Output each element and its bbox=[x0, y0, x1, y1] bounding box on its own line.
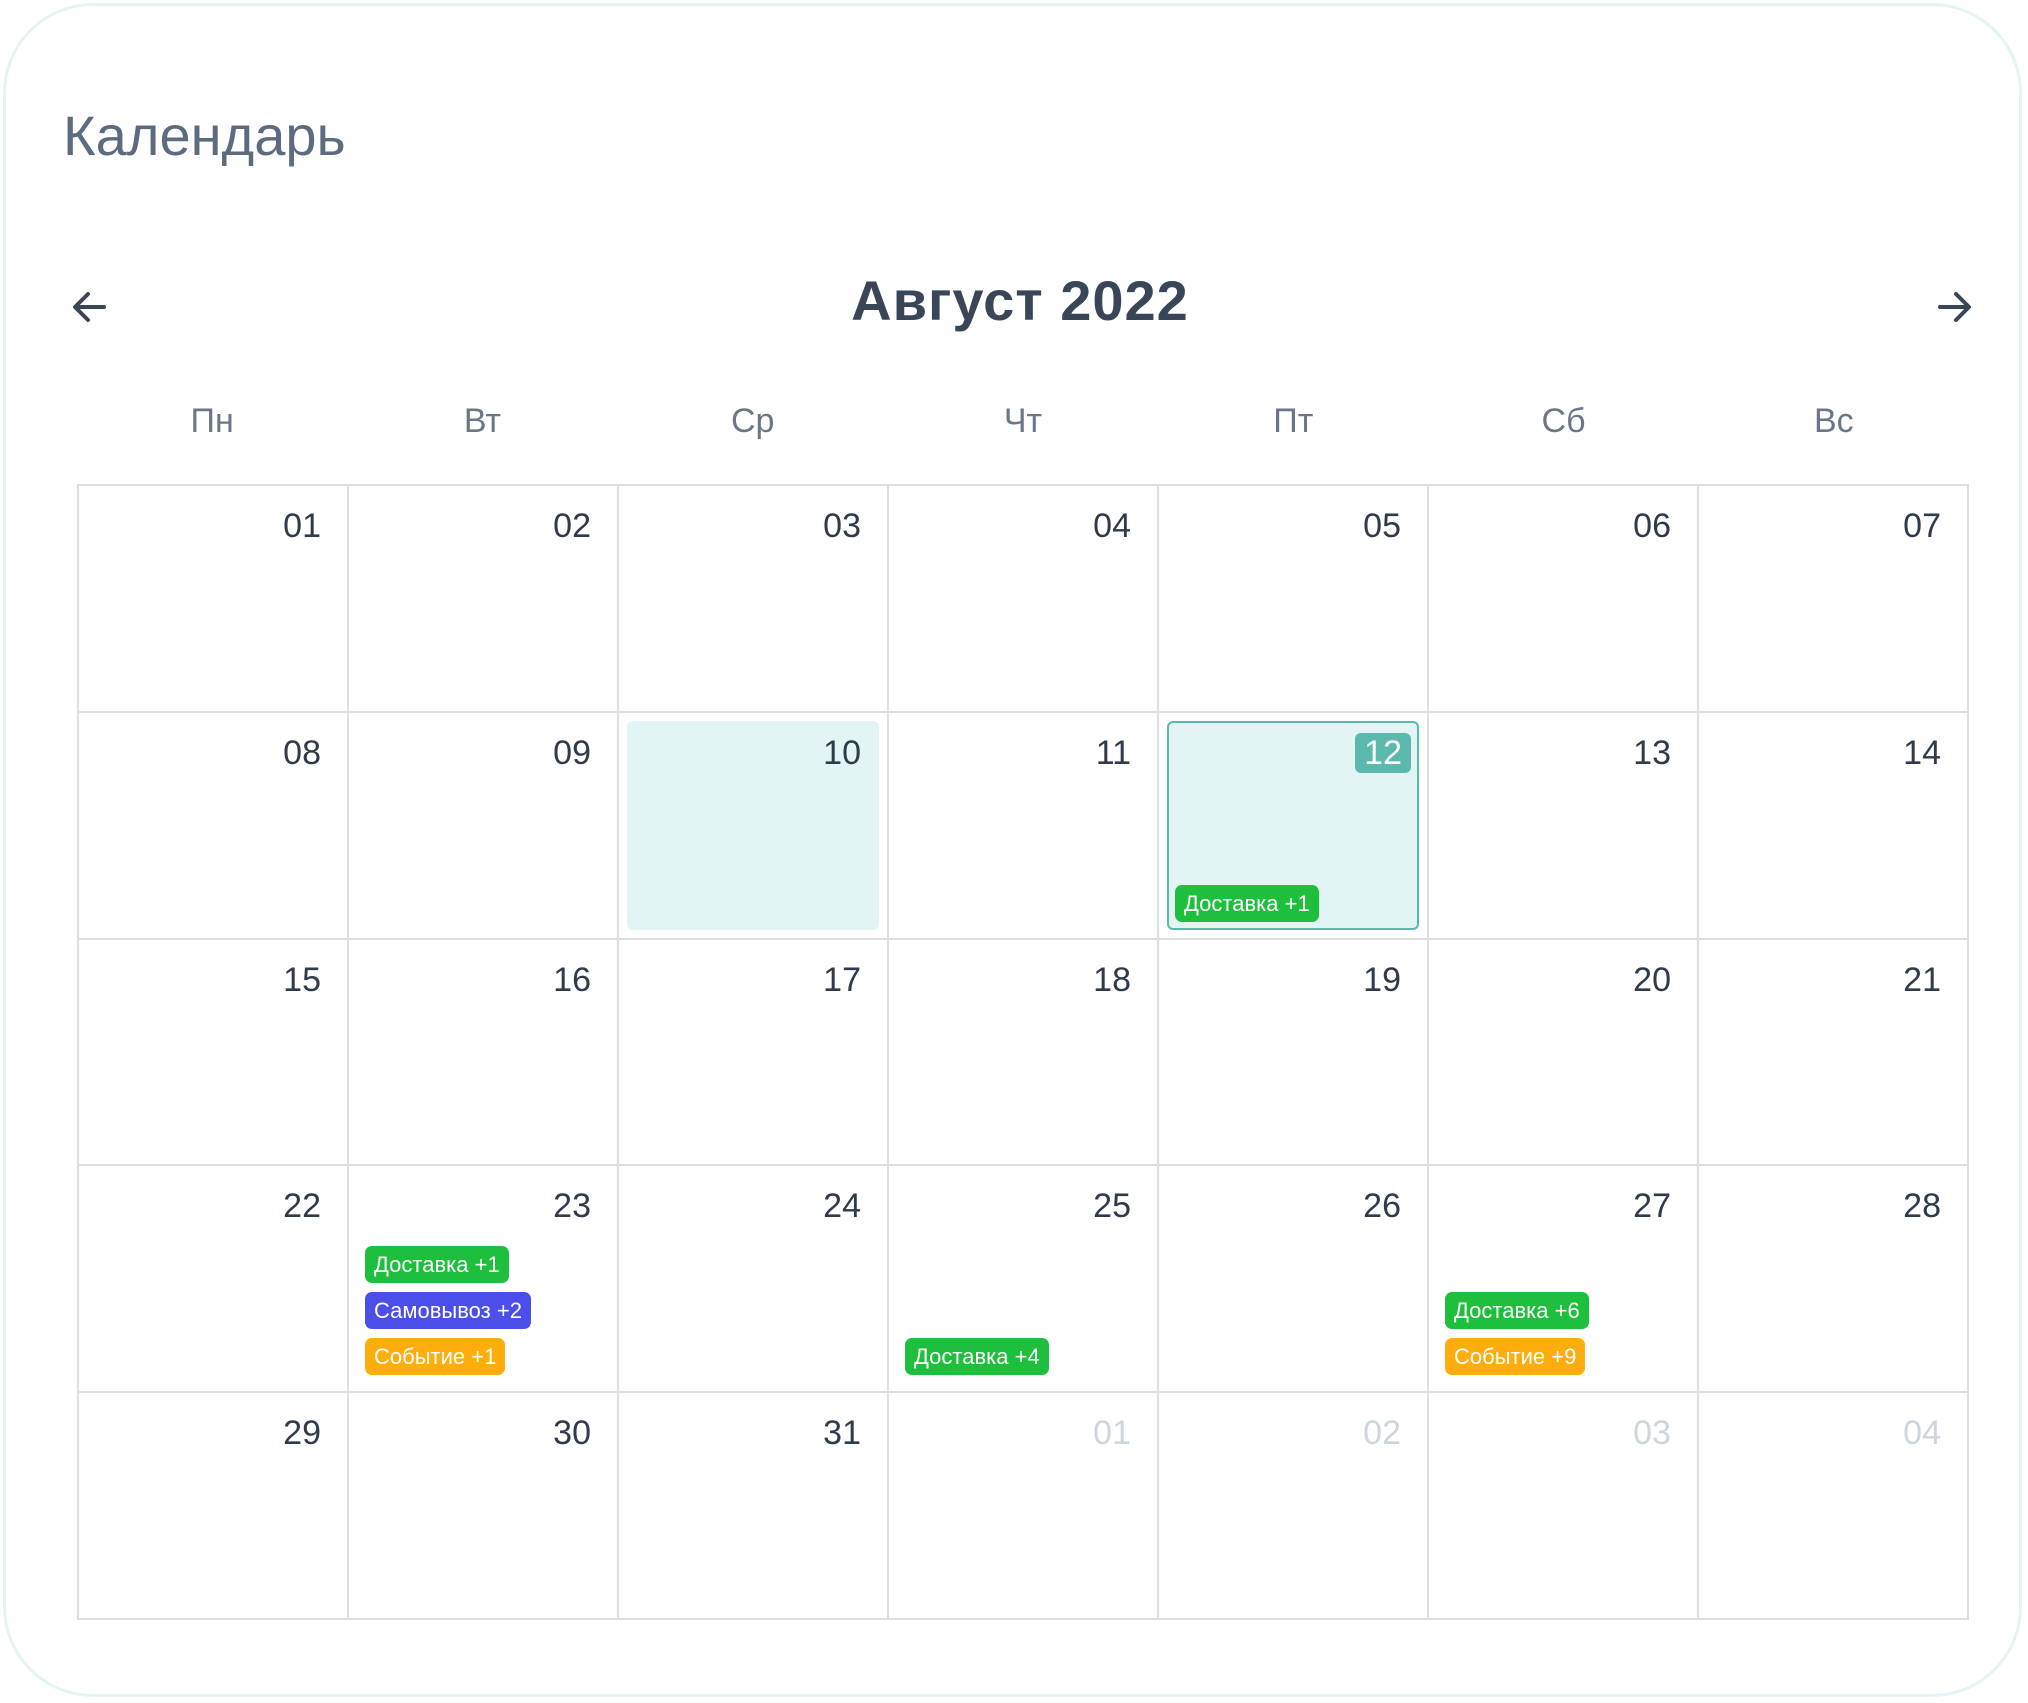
weekday-label: Сб bbox=[1541, 402, 1586, 440]
day-number: 03 bbox=[823, 507, 861, 545]
day-cell[interactable]: 02 bbox=[349, 486, 619, 713]
day-cell[interactable]: 09 bbox=[349, 712, 619, 940]
next-month-button[interactable] bbox=[1928, 281, 1980, 333]
day-number: 11 bbox=[1095, 733, 1131, 772]
day-number: 19 bbox=[1363, 960, 1401, 999]
weekday-label: Пт bbox=[1273, 402, 1314, 440]
day-number: 06 bbox=[1633, 507, 1671, 545]
day-cell[interactable]: 04 bbox=[1699, 1393, 1969, 1620]
day-cell[interactable]: 08 bbox=[79, 712, 349, 940]
day-cell[interactable]: 05 bbox=[1159, 486, 1429, 713]
day-number: 07 bbox=[1903, 507, 1941, 545]
day-number: 15 bbox=[283, 960, 321, 999]
day-cell[interactable]: 01 bbox=[79, 486, 349, 713]
day-cell[interactable]: 24 bbox=[619, 1166, 889, 1394]
day-cell[interactable]: 27 Доставка +6 Событие +9 bbox=[1429, 1166, 1699, 1394]
day-cell[interactable]: 16 bbox=[349, 939, 619, 1167]
day-cell[interactable]: 13 bbox=[1429, 712, 1699, 940]
day-number: 05 bbox=[1363, 507, 1401, 545]
day-cell[interactable]: 22 bbox=[79, 1166, 349, 1394]
day-number: 04 bbox=[1093, 507, 1131, 545]
day-number: 29 bbox=[283, 1414, 321, 1453]
weekday-label: Вс bbox=[1814, 402, 1854, 440]
page-title: Календарь bbox=[63, 104, 346, 167]
calendar-grid: 01 02 03 04 05 06 07 08 09 10 11 12 Доставка +1 13 14 1… bbox=[77, 484, 1969, 1620]
day-cell[interactable]: 17 bbox=[619, 939, 889, 1167]
day-cell[interactable]: 25 Доставка +4 bbox=[889, 1166, 1159, 1394]
day-number: 24 bbox=[823, 1187, 861, 1226]
day-cell[interactable]: 07 bbox=[1699, 486, 1969, 713]
day-cell[interactable]: 03 bbox=[1429, 1393, 1699, 1620]
day-cell[interactable]: 14 bbox=[1699, 712, 1969, 940]
day-number: 01 bbox=[283, 507, 321, 545]
day-number: 23 bbox=[553, 1187, 591, 1226]
event-badge-delivery[interactable]: Доставка +6 bbox=[1445, 1292, 1589, 1330]
day-number: 12 bbox=[1355, 732, 1411, 773]
weekday-header: Пн Вт Ср Чт Пт Сб Вс bbox=[77, 396, 1969, 446]
day-number: 21 bbox=[1903, 960, 1941, 999]
event-list: Доставка +1 Самовывоз +2 Событие +1 bbox=[365, 1246, 531, 1376]
day-number: 18 bbox=[1093, 960, 1131, 999]
event-badge-delivery[interactable]: Доставка +1 bbox=[1175, 884, 1319, 922]
day-number: 02 bbox=[1363, 1414, 1401, 1453]
day-cell[interactable]: 02 bbox=[1159, 1393, 1429, 1620]
day-cell[interactable]: 04 bbox=[889, 486, 1159, 713]
day-cell[interactable]: 28 bbox=[1699, 1166, 1969, 1394]
day-number: 10 bbox=[823, 733, 861, 772]
day-cell[interactable]: 01 bbox=[889, 1393, 1159, 1620]
day-cell[interactable]: 06 bbox=[1429, 486, 1699, 713]
day-cell[interactable]: 19 bbox=[1159, 939, 1429, 1167]
day-number: 04 bbox=[1903, 1414, 1941, 1453]
event-list: Доставка +6 Событие +9 bbox=[1445, 1292, 1589, 1376]
day-cell[interactable]: 18 bbox=[889, 939, 1159, 1167]
day-cell[interactable]: 23 Доставка +1 Самовывоз +2 Событие +1 bbox=[349, 1166, 619, 1394]
event-badge-delivery[interactable]: Доставка +4 bbox=[905, 1338, 1049, 1376]
day-number: 25 bbox=[1093, 1187, 1131, 1226]
event-badge-event-type[interactable]: Событие +9 bbox=[1445, 1338, 1586, 1376]
day-number: 13 bbox=[1633, 733, 1671, 772]
event-badge-delivery[interactable]: Доставка +1 bbox=[365, 1246, 509, 1284]
month-title: Август 2022 bbox=[851, 269, 1189, 332]
day-cell-today[interactable]: 12 Доставка +1 bbox=[1159, 712, 1429, 940]
day-number: 28 bbox=[1903, 1187, 1941, 1226]
day-number: 27 bbox=[1633, 1187, 1671, 1226]
day-cell[interactable]: 30 bbox=[349, 1393, 619, 1620]
weekday-label: Вт bbox=[463, 402, 501, 440]
day-cell[interactable]: 11 bbox=[889, 712, 1159, 940]
arrow-right-icon bbox=[1938, 292, 1971, 322]
day-cell[interactable]: 26 bbox=[1159, 1166, 1429, 1394]
day-number: 01 bbox=[1093, 1414, 1131, 1453]
event-list: Доставка +1 bbox=[1175, 884, 1319, 922]
day-number: 31 bbox=[823, 1414, 861, 1453]
calendar-card: Календарь Август 2022 Пн Вт Ср Чт Пт Сб … bbox=[3, 3, 2022, 1697]
day-number: 02 bbox=[553, 507, 591, 545]
day-number: 14 bbox=[1903, 733, 1941, 772]
day-number: 08 bbox=[283, 733, 321, 772]
weekday-label: Чт bbox=[1003, 402, 1043, 440]
day-cell[interactable]: 31 bbox=[619, 1393, 889, 1620]
day-number: 26 bbox=[1363, 1187, 1401, 1226]
day-cell[interactable]: 21 bbox=[1699, 939, 1969, 1167]
day-number: 30 bbox=[553, 1414, 591, 1453]
day-number: 22 bbox=[283, 1187, 321, 1226]
day-cell-selected[interactable]: 10 bbox=[619, 712, 889, 940]
weekday-label: Пн bbox=[190, 402, 234, 440]
day-cell[interactable]: 20 bbox=[1429, 939, 1699, 1167]
weekday-label: Ср bbox=[730, 402, 775, 440]
day-cell[interactable]: 29 bbox=[79, 1393, 349, 1620]
event-badge-pickup[interactable]: Самовывоз +2 bbox=[365, 1292, 531, 1330]
day-number: 17 bbox=[823, 960, 861, 999]
event-badge-event-type[interactable]: Событие +1 bbox=[365, 1338, 506, 1376]
day-cell[interactable]: 15 bbox=[79, 939, 349, 1167]
day-number: 03 bbox=[1633, 1414, 1671, 1453]
day-number: 20 bbox=[1633, 960, 1671, 999]
day-number: 09 bbox=[553, 733, 591, 772]
day-cell[interactable]: 03 bbox=[619, 486, 889, 713]
event-list: Доставка +4 bbox=[905, 1338, 1049, 1376]
day-number: 16 bbox=[553, 960, 591, 999]
